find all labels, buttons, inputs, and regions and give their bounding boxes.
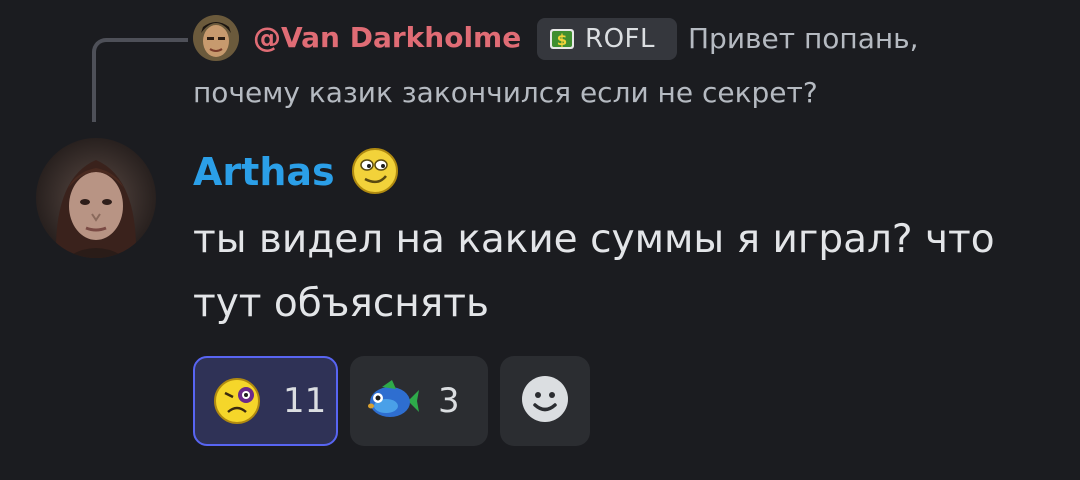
reply-author-name[interactable]: @Van Darkholme bbox=[253, 18, 521, 58]
bruised-face-emoji bbox=[209, 373, 265, 429]
reply-guild-tag[interactable]: $ ROFL bbox=[537, 18, 677, 60]
smug-face-emoji bbox=[350, 146, 400, 196]
money-bag-icon: $ bbox=[547, 24, 577, 54]
blue-fish-emoji bbox=[364, 373, 420, 429]
add-reaction-smile-icon bbox=[520, 374, 570, 428]
message-content-continued: тут объяснять bbox=[193, 281, 489, 326]
reply-author-avatar[interactable] bbox=[193, 15, 239, 61]
message-content: ты видел на какие суммы я играл? что bbox=[193, 217, 995, 262]
svg-text:$: $ bbox=[557, 31, 567, 49]
reaction-count: 11 bbox=[283, 381, 327, 421]
reaction-button-bruised-face[interactable]: 11 bbox=[193, 356, 338, 446]
reply-connector bbox=[92, 38, 188, 122]
message-author-name[interactable]: Arthas bbox=[193, 146, 335, 198]
reaction-button-blue-fish[interactable]: 3 bbox=[350, 356, 488, 446]
reply-preview-text-continued[interactable]: почему казик закончился если не секрет? bbox=[193, 72, 818, 114]
guild-tag-label: ROFL bbox=[585, 24, 655, 54]
reaction-count: 3 bbox=[438, 381, 460, 421]
reply-preview-text[interactable]: Привет попань, bbox=[688, 18, 919, 60]
author-avatar[interactable] bbox=[36, 138, 156, 258]
message-view: @Van Darkholme $ ROFL Привет попань, поч… bbox=[0, 0, 1080, 480]
add-reaction-button[interactable] bbox=[500, 356, 590, 446]
